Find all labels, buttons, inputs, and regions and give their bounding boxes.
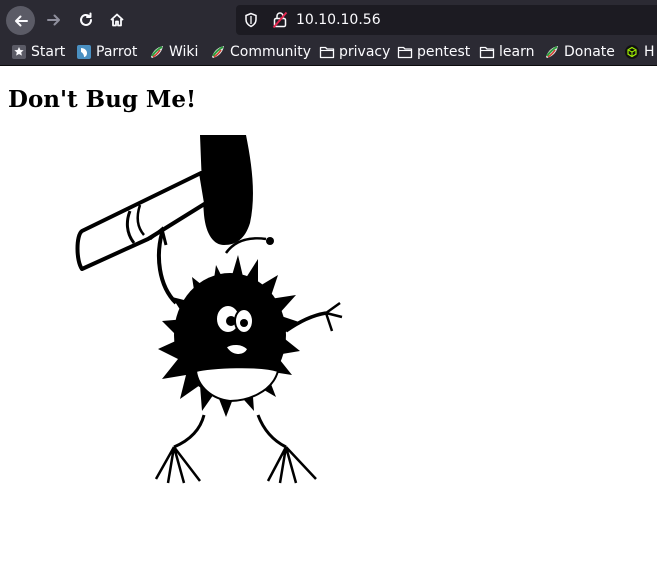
- bookmark-parrot[interactable]: Parrot: [76, 43, 137, 61]
- bookmark-label: Donate: [564, 44, 615, 60]
- insecure-lock-icon[interactable]: [272, 11, 288, 33]
- parrot-leaf-icon: [546, 46, 558, 58]
- bookmark-hackthebox[interactable]: H: [624, 43, 655, 61]
- url-text[interactable]: 10.10.10.56: [296, 11, 381, 29]
- bookmark-label: learn: [499, 44, 535, 60]
- folder-icon: [397, 46, 413, 59]
- tracking-shield-icon[interactable]: [244, 12, 258, 32]
- forward-button[interactable]: [41, 7, 67, 33]
- parrot-leaf-icon: [151, 46, 163, 58]
- parrot-icon: [77, 45, 91, 59]
- bookmark-label: privacy: [339, 44, 391, 60]
- bookmark-label: pentest: [417, 44, 471, 60]
- bookmark-label: Community: [230, 44, 312, 60]
- bookmark-folder-privacy[interactable]: privacy: [319, 43, 390, 61]
- parrot-leaf-icon: [212, 46, 224, 58]
- bookmark-folder-pentest[interactable]: pentest: [397, 43, 470, 61]
- browser-toolbar: 10.10.10.56: [0, 0, 657, 40]
- bookmarks-toolbar: Start Parrot Wiki Community privacy pent…: [0, 40, 657, 66]
- back-arrow-icon: [14, 15, 28, 26]
- star-icon: [12, 45, 26, 59]
- bookmark-start[interactable]: Start: [11, 43, 65, 61]
- page-title: Don't Bug Me!: [8, 86, 197, 113]
- bookmark-folder-learn[interactable]: learn: [479, 43, 534, 61]
- folder-icon: [319, 46, 335, 59]
- bookmark-label: Start: [31, 44, 66, 60]
- bookmark-community[interactable]: Community: [210, 43, 311, 61]
- url-bar[interactable]: 10.10.10.56: [236, 5, 657, 35]
- folder-icon: [479, 46, 495, 59]
- reload-icon: [80, 12, 92, 26]
- bookmark-donate[interactable]: Donate: [544, 43, 615, 61]
- bookmark-wiki[interactable]: Wiki: [149, 43, 198, 61]
- hackthebox-icon: [625, 45, 639, 59]
- bookmark-label: Wiki: [169, 44, 199, 60]
- home-icon: [110, 13, 124, 27]
- bookmark-label: Parrot: [96, 44, 138, 60]
- bookmark-label: H: [644, 44, 655, 60]
- bug-with-hammer-image: [75, 135, 343, 484]
- back-button[interactable]: [6, 6, 35, 35]
- reload-button[interactable]: [73, 7, 99, 33]
- home-button[interactable]: [104, 7, 130, 33]
- forward-arrow-icon: [47, 14, 60, 26]
